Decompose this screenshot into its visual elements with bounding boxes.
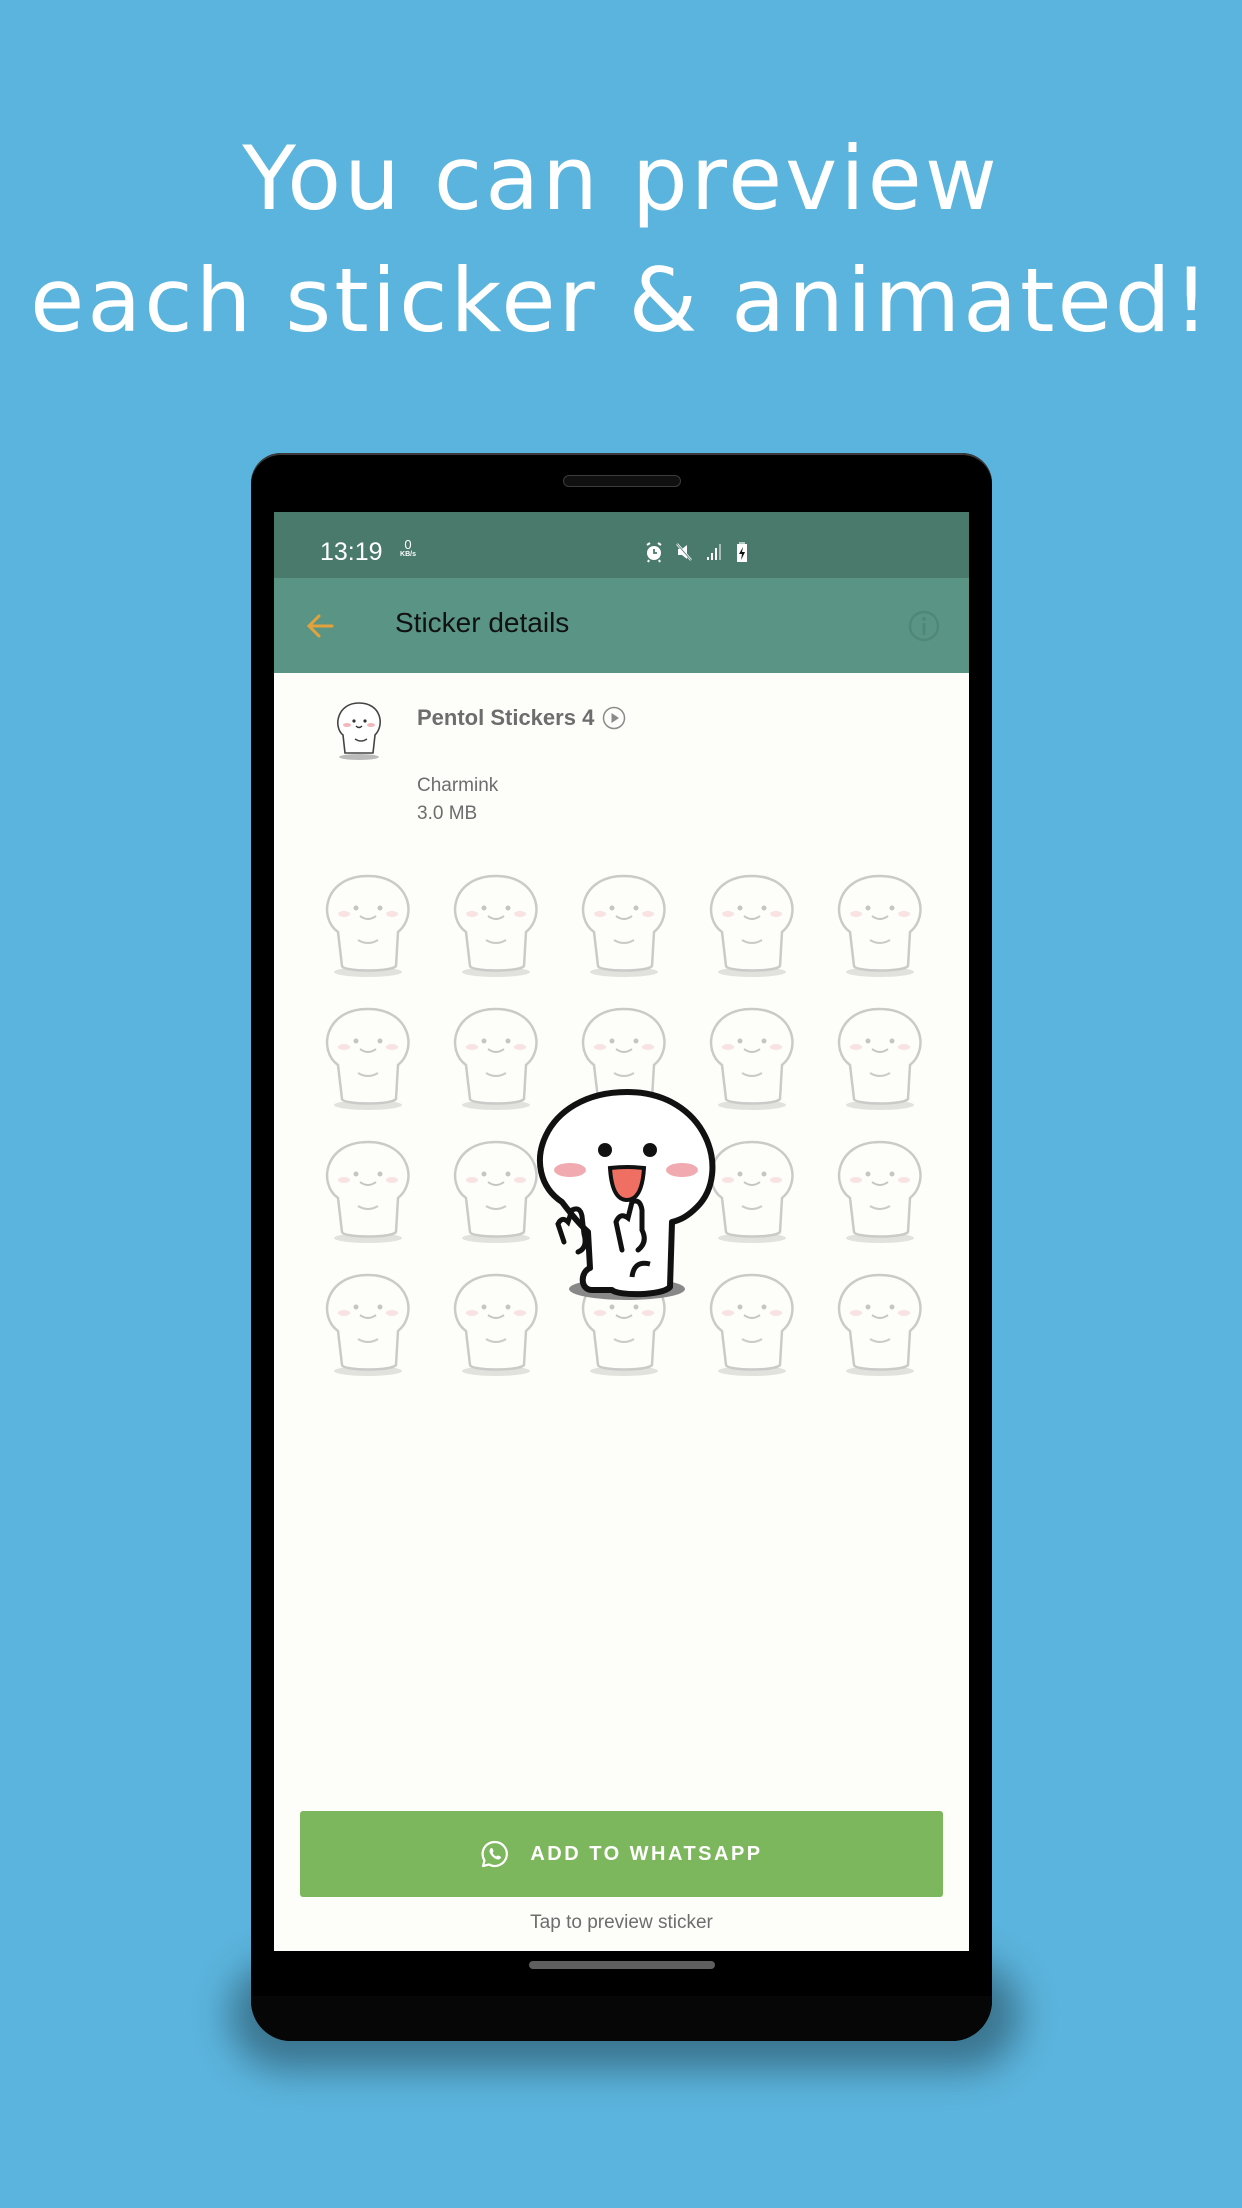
promo-headline-line2: each sticker & animated! bbox=[30, 249, 1212, 352]
mute-icon bbox=[674, 541, 694, 563]
pack-name-row: Pentol Stickers 4 bbox=[417, 705, 626, 731]
status-bar: 13:19 0 KB/s bbox=[274, 512, 969, 578]
status-time: 13:19 bbox=[320, 538, 383, 566]
preview-hint: Tap to preview sticker bbox=[530, 1912, 713, 1933]
whatsapp-icon bbox=[481, 1840, 509, 1868]
sticker-thinking-sparkle[interactable] bbox=[688, 857, 816, 990]
sticker-thumbnail-image bbox=[325, 1140, 410, 1243]
play-circle-icon bbox=[603, 706, 626, 730]
pack-tray-icon bbox=[329, 697, 395, 763]
info-icon bbox=[908, 610, 940, 642]
battery-charging-icon bbox=[734, 541, 754, 563]
network-speed: 0 KB/s bbox=[398, 537, 418, 559]
pack-header: Pentol Stickers 4 Charmink 3.0 MB bbox=[274, 673, 969, 824]
signal-icon bbox=[704, 541, 724, 563]
sticker-thumbnail-image bbox=[837, 1140, 922, 1243]
sticker-thumbnail-image bbox=[837, 1273, 922, 1376]
pack-author: Charmink bbox=[417, 775, 499, 796]
home-indicator[interactable] bbox=[529, 1961, 715, 1969]
sticker-thumbnail-image bbox=[325, 874, 410, 977]
sticker-sitting-smile[interactable] bbox=[304, 1256, 432, 1389]
network-speed-value: 0 bbox=[404, 537, 412, 552]
sticker-fan-cool[interactable] bbox=[816, 990, 944, 1123]
promo-headline-line1: You can preview bbox=[242, 127, 1000, 230]
sticker-fan-sofa[interactable] bbox=[432, 857, 560, 990]
alarm-icon bbox=[644, 541, 664, 563]
sticker-thumbnail-image bbox=[581, 874, 666, 977]
add-to-whatsapp-button[interactable]: ADD TO WHATSAPP bbox=[300, 1811, 943, 1897]
sticker-clapping[interactable] bbox=[816, 857, 944, 990]
phone-chin bbox=[251, 1996, 992, 2041]
phone-speaker bbox=[563, 475, 681, 487]
sticker-laughing-sparkle[interactable] bbox=[560, 857, 688, 990]
sticker-thumbnail-image bbox=[709, 874, 794, 977]
back-button[interactable] bbox=[302, 608, 338, 644]
network-speed-unit: KB/s bbox=[400, 551, 416, 558]
sticker-thumbs-up-shy[interactable] bbox=[304, 857, 432, 990]
info-button[interactable] bbox=[907, 609, 941, 643]
toolbar-title: Sticker details bbox=[395, 607, 570, 638]
app-screen: 13:19 0 KB/s Sticker details Pentol Stic… bbox=[274, 512, 969, 1951]
sticker-smirk-sitting[interactable] bbox=[816, 1256, 944, 1389]
pack-name: Pentol Stickers 4 bbox=[417, 705, 595, 730]
sticker-thumbnail-image bbox=[325, 1007, 410, 1110]
sticker-thumbnail-image bbox=[453, 874, 538, 977]
toolbar: Sticker details bbox=[274, 578, 969, 673]
sticker-thumbnail-image bbox=[837, 1007, 922, 1110]
sticker-ultraman-beam[interactable] bbox=[304, 1123, 432, 1256]
sticker-wolf-costume-broken-heart[interactable] bbox=[816, 1123, 944, 1256]
phone-frame: 13:19 0 KB/s Sticker details Pentol Stic… bbox=[251, 453, 992, 2041]
sticker-hug-self[interactable] bbox=[304, 990, 432, 1123]
add-to-whatsapp-label: ADD TO WHATSAPP bbox=[530, 1842, 763, 1865]
animated-sticker-preview[interactable] bbox=[522, 1082, 732, 1312]
arrow-left-icon bbox=[306, 614, 334, 638]
sticker-thumbnail-image bbox=[325, 1273, 410, 1376]
play-animation-button[interactable] bbox=[602, 706, 626, 730]
pack-size: 3.0 MB bbox=[417, 803, 478, 824]
promo-headline: You can preview each sticker & animated! bbox=[0, 118, 1242, 362]
sticker-thumbnail-image bbox=[837, 874, 922, 977]
status-icons bbox=[644, 540, 754, 564]
